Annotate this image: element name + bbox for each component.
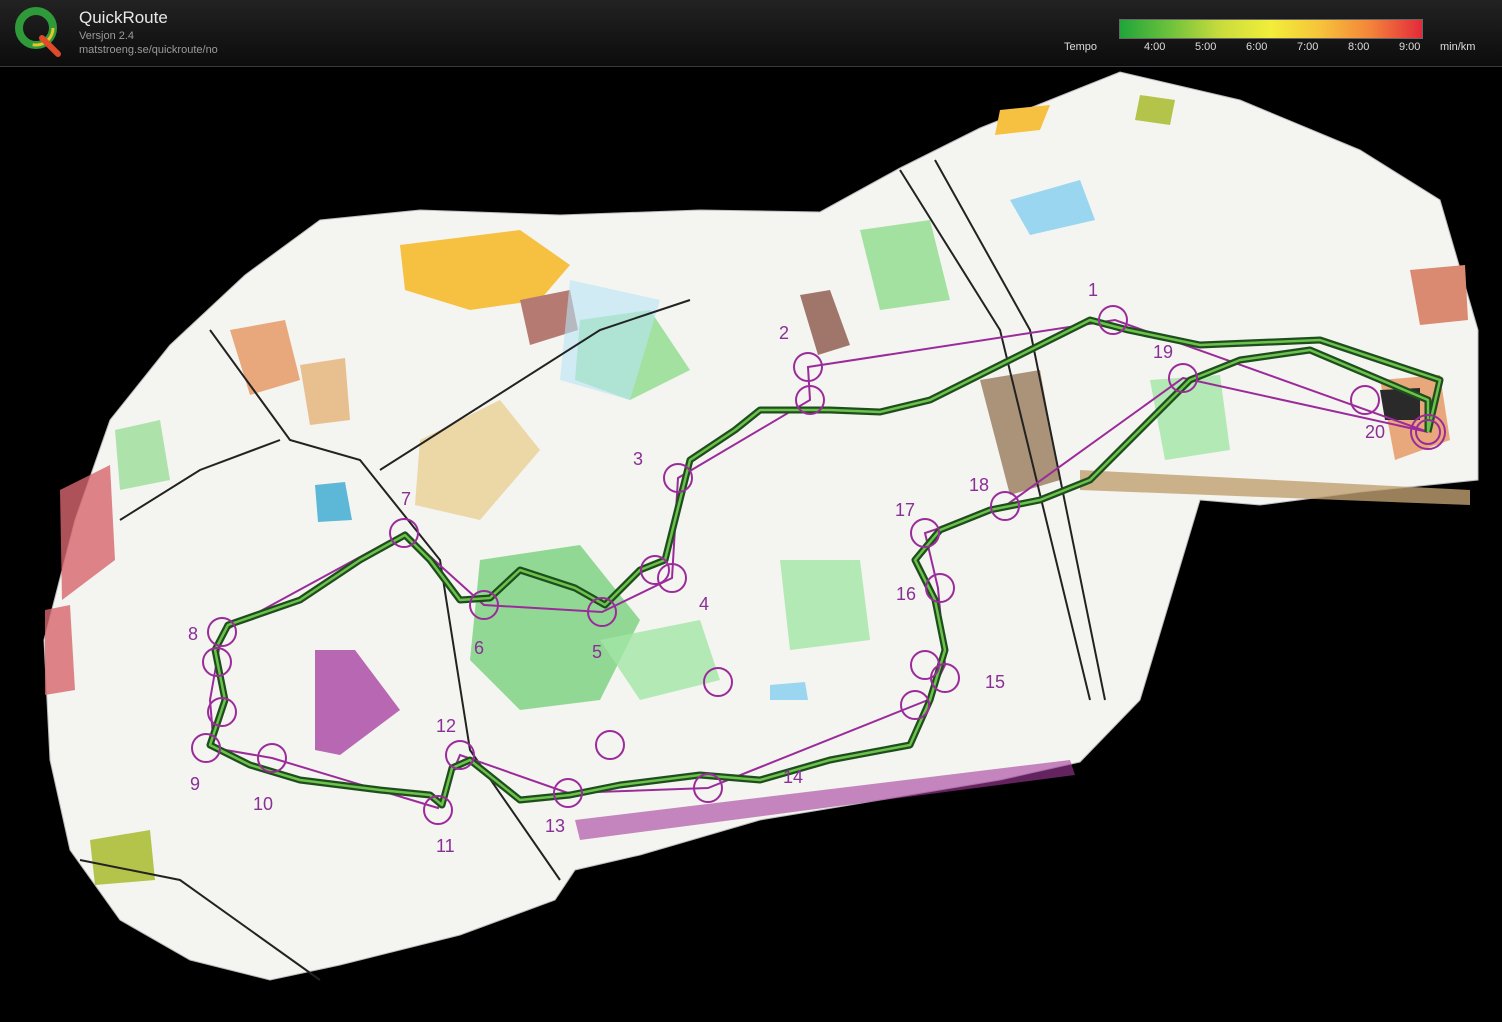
tempo-color-scale [1119, 19, 1423, 39]
map-area [43, 71, 1479, 981]
control-label: 17 [895, 500, 915, 520]
control-label: 12 [436, 716, 456, 736]
control-label: 15 [985, 672, 1005, 692]
control-label: 9 [190, 774, 200, 794]
control-label: 5 [592, 642, 602, 662]
control-label: 1 [1088, 280, 1098, 300]
tempo-tick: 6:00 [1246, 41, 1268, 53]
quickroute-logo-icon [15, 7, 61, 57]
control-label: 11 [436, 836, 455, 856]
control-label: 13 [545, 816, 565, 836]
control-label: 7 [401, 489, 411, 509]
control-label: 19 [1153, 342, 1173, 362]
tempo-label: Tempo [1064, 41, 1098, 53]
app-url: matstroeng.se/quickroute/no [79, 44, 218, 56]
tempo-tick: 4:00 [1144, 41, 1166, 53]
control-label: 4 [699, 594, 709, 614]
control-label: 3 [633, 449, 643, 469]
orienteering-map[interactable]: 1 2 3 4 5 6 7 8 9 10 11 12 13 14 15 16 1… [0, 0, 1502, 1022]
control-label: 8 [188, 624, 198, 644]
control-label: 14 [783, 767, 803, 787]
control-label: 2 [779, 323, 789, 343]
app-title: QuickRoute [79, 8, 168, 27]
tempo-tick: 9:00 [1399, 41, 1421, 53]
tempo-tick: 7:00 [1297, 41, 1319, 53]
control-label: 10 [253, 794, 273, 814]
tempo-tick: 5:00 [1195, 41, 1217, 53]
control-label: 20 [1365, 422, 1385, 442]
control-label: 6 [474, 638, 484, 658]
control-label: 16 [896, 584, 916, 604]
app-version: Versjon 2.4 [79, 30, 135, 42]
tempo-unit: min/km [1440, 41, 1476, 53]
control-label: 18 [969, 475, 989, 495]
app-header: QuickRoute Versjon 2.4 matstroeng.se/qui… [0, 0, 1502, 67]
tempo-tick: 8:00 [1348, 41, 1370, 53]
